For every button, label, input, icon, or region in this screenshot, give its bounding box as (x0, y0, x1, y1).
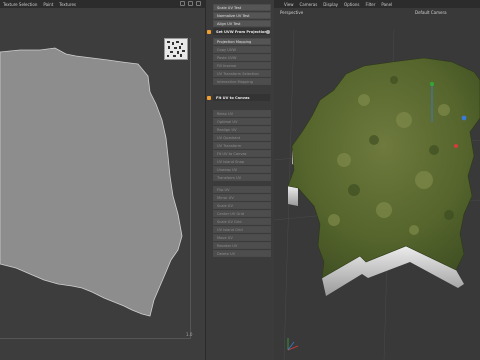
uv-menubar: Texture Selection Paint Textures (0, 0, 205, 8)
tool-button[interactable]: Scale UV Test (213, 4, 271, 11)
move-icon[interactable] (180, 1, 185, 6)
zoom-icon[interactable] (188, 1, 193, 6)
section-fit-header[interactable]: Fit UV to Canvas (213, 94, 270, 101)
uv-editor-pane: Texture Selection Paint Textures 1.0 (0, 0, 205, 360)
frame-icon[interactable] (196, 1, 201, 6)
tool-button[interactable]: Fill Inverse (213, 62, 271, 69)
tool-button[interactable]: Relax UV (213, 110, 271, 117)
uv-menu-textures[interactable]: Textures (59, 2, 76, 7)
viewport-pane[interactable]: View Cameras Display Options Filter Pane… (274, 0, 480, 360)
tool-button[interactable]: Flip UV (213, 186, 271, 193)
close-icon[interactable] (266, 30, 270, 34)
tool-button[interactable]: Projection Mapping (213, 38, 271, 45)
tool-button[interactable]: Realign UV (213, 126, 271, 133)
uv-menu-paint[interactable]: Paint (43, 2, 53, 7)
tool-button[interactable]: Delete UV (213, 250, 271, 257)
gizmo-y-handle[interactable] (430, 82, 434, 86)
terrain-surface[interactable] (287, 57, 480, 279)
terrain-render[interactable] (274, 0, 480, 360)
tool-button[interactable]: Transform UV (213, 174, 271, 181)
uv-bounds (0, 38, 191, 339)
section-projection-header[interactable]: Set UVW From Projection... (213, 28, 270, 35)
projection-icon (207, 30, 211, 34)
uv-menu-texture-selection[interactable]: Texture Selection (3, 2, 37, 7)
tool-button[interactable]: UV Transform Selection (213, 70, 271, 77)
tool-button[interactable]: UV Island Grid (213, 226, 271, 233)
tool-button[interactable]: Unwrap UV (213, 166, 271, 173)
tool-button[interactable]: Scale UV Grid (213, 218, 271, 225)
tool-button[interactable]: UV Transform (213, 142, 271, 149)
tool-button[interactable]: Fit UV to Canvas (213, 150, 271, 157)
tool-button[interactable]: Center UV Grid (213, 210, 271, 217)
gizmo-x-handle[interactable] (454, 144, 458, 148)
tool-button[interactable]: UV Island Snap (213, 158, 271, 165)
uv-canvas[interactable]: 1.0 (0, 8, 205, 360)
tool-button[interactable]: Copy UVW (213, 46, 271, 53)
uv-corner-label: 1.0 (186, 332, 193, 337)
texture-preview-thumbnail (164, 38, 188, 60)
gizmo-z-handle[interactable] (461, 115, 467, 121)
uv-toolbar-icons (180, 1, 201, 6)
fit-icon (207, 96, 211, 100)
tool-button[interactable]: Align UV Test (213, 20, 271, 27)
tool-button[interactable]: Interactive Mapping (213, 78, 271, 85)
tool-button[interactable]: Move UV (213, 234, 271, 241)
tool-button[interactable]: Scale UV (213, 202, 271, 209)
tool-button[interactable]: Paste UVW (213, 54, 271, 61)
tool-button[interactable]: Normalize UV Test (213, 12, 271, 19)
terrain-side-wall (288, 186, 298, 206)
tool-button[interactable]: Optimal UV (213, 118, 271, 125)
tool-button[interactable]: Reorder UV (213, 242, 271, 249)
tool-button[interactable]: UV Quadrant (213, 134, 271, 141)
tool-button[interactable]: Mirror UV (213, 194, 271, 201)
